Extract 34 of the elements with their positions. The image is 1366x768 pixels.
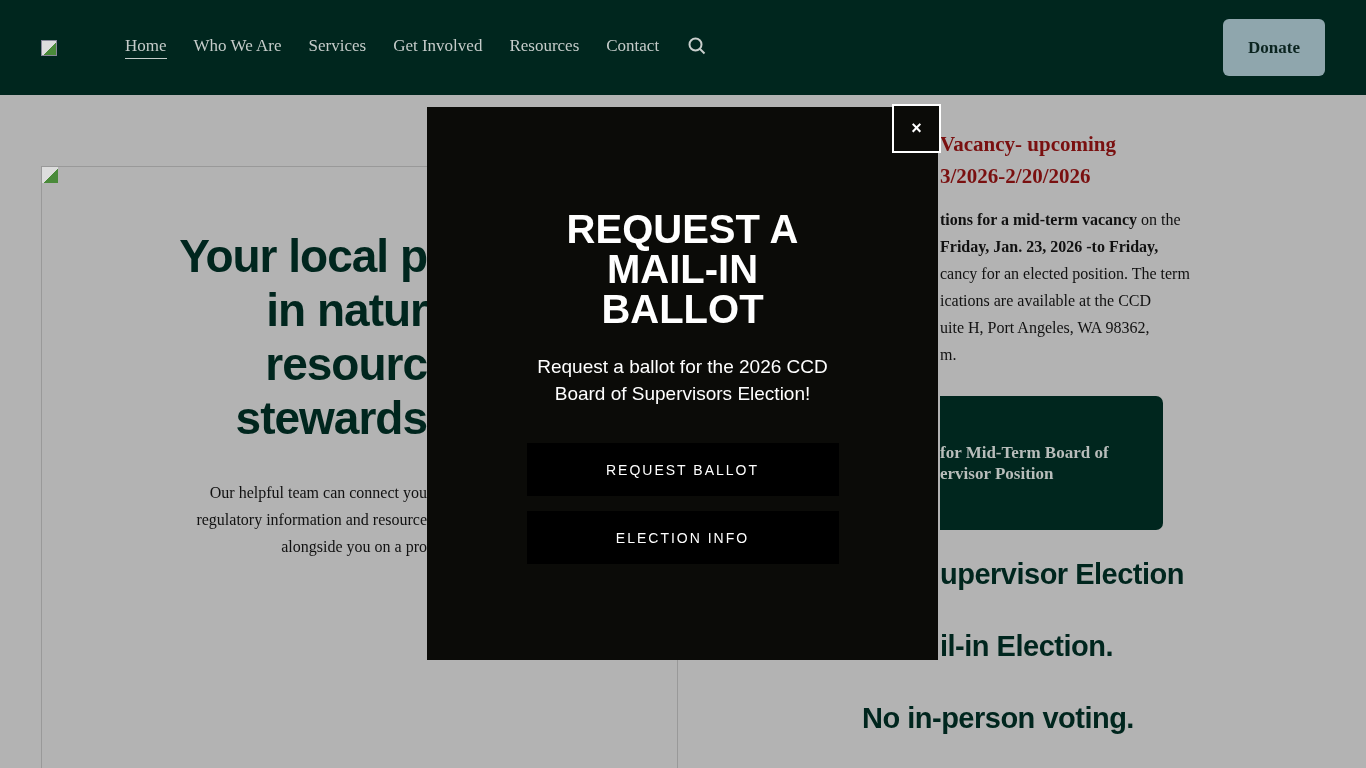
search-icon[interactable]: [688, 36, 707, 55]
broken-image-icon[interactable]: [41, 39, 57, 56]
text-line: alongside you on a pro: [280, 537, 427, 558]
heading-line: upervisor Election: [940, 557, 1184, 592]
text-line: regulatory information and resource: [196, 510, 427, 531]
nav-link[interactable]: Home: [125, 36, 167, 59]
heading-line: resourc: [264, 337, 427, 391]
nav-link[interactable]: Services: [308, 36, 367, 59]
heading-line: Your local p: [179, 229, 427, 283]
notice-title-line: Vacancy- upcoming: [940, 131, 1116, 158]
nav-link[interactable]: Resources: [509, 36, 580, 59]
text-line: tions for a mid-term vacancy on the: [940, 210, 1182, 231]
text-line: cancy for an elected position. The term: [940, 264, 1190, 285]
text-line: Friday, Jan. 23, 2026 -to Friday,: [940, 237, 1160, 258]
heading-line: stewards: [234, 391, 427, 445]
heading-line: in natur: [265, 283, 427, 337]
popup-text: Request a ballot for the 2026 CCD Board of Supervisors Election!: [536, 355, 829, 406]
popup-button[interactable]: ELECTION INFO: [526, 511, 839, 564]
donate-button[interactable]: Donate: [1223, 19, 1325, 76]
popup-button[interactable]: REQUEST BALLOT: [526, 443, 839, 496]
text-line: m.: [940, 345, 958, 365]
text-line: Our helpful team can connect you: [208, 483, 427, 504]
broken-image-icon: [42, 167, 58, 183]
heading-line: il-in Election.: [940, 629, 1114, 664]
nav-link[interactable]: Get Involved: [393, 36, 483, 59]
text-line: ications are available at the CCD: [940, 291, 1153, 311]
heading: No in-person voting.: [862, 701, 1134, 736]
close-button[interactable]: ×: [892, 104, 941, 153]
text-line: uite H, Port Angeles, WA 98362,: [940, 318, 1151, 339]
nav-link[interactable]: Contact: [606, 36, 660, 59]
apply-button[interactable]: for Mid-Term Board of ervisor Position: [940, 396, 1163, 530]
notice-title-line: 3/2026-2/20/2026: [940, 163, 1092, 190]
nav-link[interactable]: Who We Are: [193, 36, 282, 59]
popup-title: REQUEST A MAIL-IN BALLOT: [565, 209, 800, 329]
